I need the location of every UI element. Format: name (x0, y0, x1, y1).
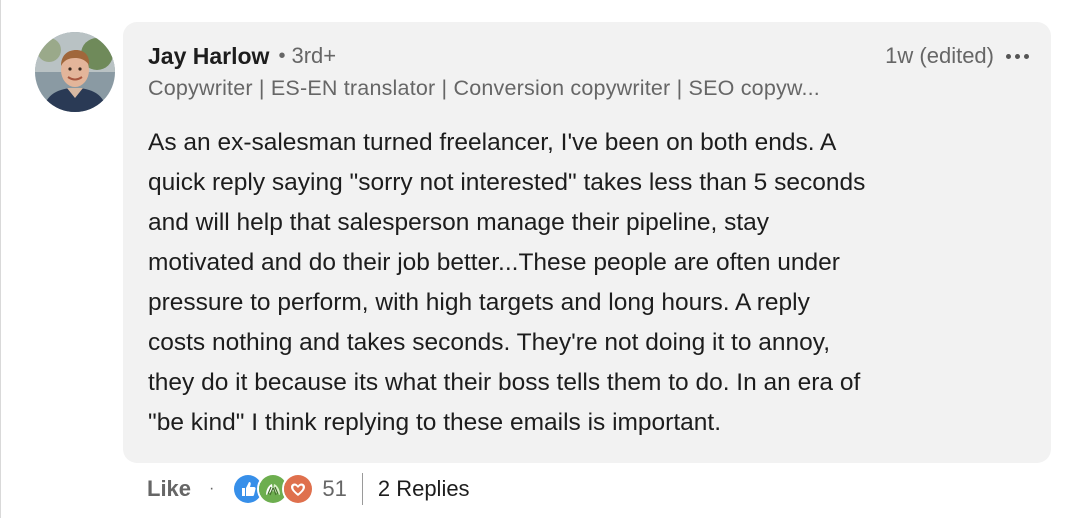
action-separator: · (209, 480, 215, 497)
comment-actions: Like · 51 2 Replies (147, 468, 470, 510)
author-name[interactable]: Jay Harlow (148, 43, 269, 70)
love-icon (282, 473, 315, 505)
avatar[interactable] (35, 32, 115, 112)
comment-body-line: quick reply saying "sorry not interested… (148, 169, 866, 196)
comment-body-line: costs nothing and takes seconds. They're… (148, 329, 831, 356)
comment-body-line: pressure to perform, with high targets a… (148, 289, 810, 316)
comment-body-line: "be kind" I think replying to these emai… (148, 409, 721, 436)
comment-body-line: and will help that salesperson manage th… (148, 209, 770, 236)
like-button[interactable]: Like (147, 476, 191, 502)
connection-degree: 3rd+ (291, 43, 337, 68)
comment-body-line: As an ex-salesman turned freelancer, I'v… (148, 129, 837, 156)
degree-separator: • (278, 44, 286, 67)
replies-button[interactable]: 2 Replies (378, 476, 470, 502)
comment-body-line: they do it because its what their boss t… (148, 369, 861, 396)
author-headline: Copywriter | ES-EN translator | Conversi… (148, 76, 820, 100)
comment-bubble: Jay Harlow • 3rd+ 1w (edited) Copywriter… (123, 22, 1051, 463)
author-row: Jay Harlow • 3rd+ (148, 42, 336, 70)
reactions-summary[interactable] (232, 473, 315, 505)
more-options-icon[interactable] (1004, 42, 1031, 70)
avatar-photo (35, 32, 115, 112)
action-divider (361, 473, 363, 505)
comment-thread: Jay Harlow • 3rd+ 1w (edited) Copywriter… (0, 0, 1074, 518)
reaction-count[interactable]: 51 (322, 476, 346, 502)
comment-body-line: motivated and do their job better...Thes… (148, 249, 840, 276)
comment-body: As an ex-salesman turned freelancer, I'v… (148, 123, 1028, 443)
comment-meta: 1w (edited) (885, 42, 1031, 70)
comment-timestamp: 1w (edited) (885, 43, 994, 68)
